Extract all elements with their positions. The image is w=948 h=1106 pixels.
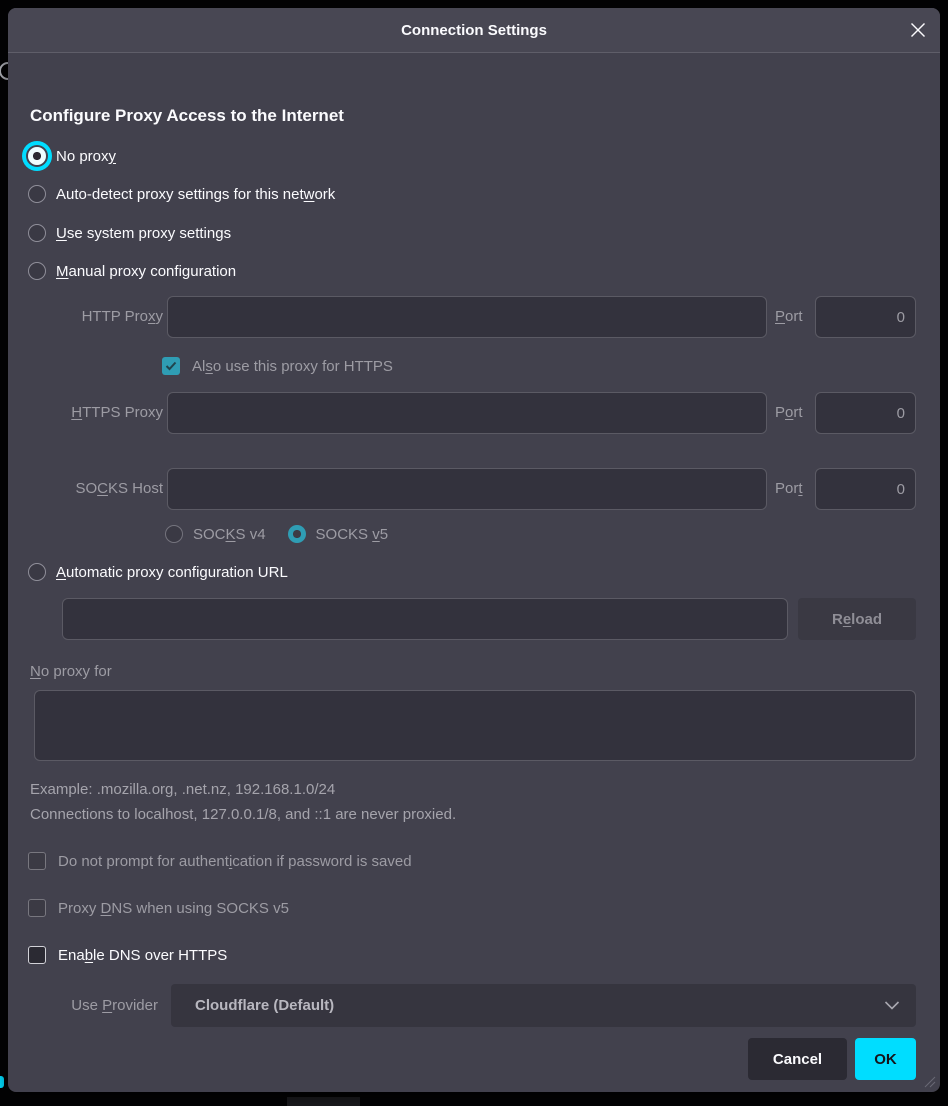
background-page-fragment [287,1097,360,1106]
https-port-label: Port [775,392,803,434]
also-https-checkbox[interactable] [162,357,180,375]
socks-v4-label: SOCKS v4 [193,526,266,543]
background-accent-fragment [0,1076,4,1088]
proxy-dns-label: Proxy DNS when using SOCKS v5 [58,900,289,917]
chevron-down-icon [884,1001,900,1010]
enable-doh-label: Enable DNS over HTTPS [58,947,227,964]
no-proxy-for-label-row: No proxy for [30,657,112,685]
also-https-checkbox-row[interactable]: Also use this proxy for HTTPS [162,352,393,380]
http-proxy-input[interactable] [167,296,767,338]
no-proxy-label: No proxy [56,148,116,165]
auto-config-url-label: Automatic proxy configuration URL [56,564,288,581]
https-port-input[interactable] [815,392,916,434]
resize-grip[interactable] [923,1075,936,1088]
cancel-button[interactable]: Cancel [748,1038,847,1080]
no-proxy-for-textarea[interactable] [34,690,916,761]
manual-proxy-radio[interactable] [28,262,46,280]
auto-config-url-input[interactable] [62,598,788,640]
socks-v5-label: SOCKS v5 [316,526,389,543]
http-proxy-label: HTTP Proxy [8,296,163,338]
close-icon[interactable] [910,22,926,38]
manual-proxy-label: Manual proxy configuration [56,263,236,280]
socks-v4-radio[interactable] [165,525,183,543]
radio-row-auto-detect[interactable]: Auto-detect proxy settings for this netw… [28,180,335,208]
dialog-titlebar: Connection Settings [8,8,940,53]
system-proxy-label: Use system proxy settings [56,225,231,242]
proxy-dns-checkbox-row[interactable]: Proxy DNS when using SOCKS v5 [28,894,289,922]
auto-config-url-radio[interactable] [28,563,46,581]
radio-row-no-proxy[interactable]: No proxy [28,142,116,170]
no-prompt-checkbox[interactable] [28,852,46,870]
proxy-dns-checkbox[interactable] [28,899,46,917]
socks-host-input[interactable] [167,468,767,510]
localhost-note-text: Connections to localhost, 127.0.0.1/8, a… [30,806,456,823]
socks-host-label: SOCKS Host [8,468,163,510]
page-title: Configure Proxy Access to the Internet [30,106,344,126]
also-https-label: Also use this proxy for HTTPS [192,358,393,375]
ok-button[interactable]: OK [855,1038,916,1080]
radio-row-manual-proxy[interactable]: Manual proxy configuration [28,257,236,285]
radio-row-auto-config-url[interactable]: Automatic proxy configuration URL [28,558,288,586]
doh-provider-select[interactable]: Cloudflare (Default) [171,984,916,1027]
no-prompt-checkbox-row[interactable]: Do not prompt for authentication if pass… [28,847,412,875]
no-proxy-radio[interactable] [28,147,46,165]
system-proxy-radio[interactable] [28,224,46,242]
doh-provider-selected-value: Cloudflare (Default) [195,997,334,1014]
auto-detect-label: Auto-detect proxy settings for this netw… [56,186,335,203]
http-port-input[interactable] [815,296,916,338]
socks-port-label: Port [775,468,803,510]
dialog-title: Connection Settings [401,22,547,39]
connection-settings-dialog: Connection Settings Configure Proxy Acce… [8,8,940,1092]
use-provider-label: Use Provider [8,984,158,1027]
https-proxy-input[interactable] [167,392,767,434]
https-proxy-label: HTTPS Proxy [8,392,163,434]
radio-row-system-proxy[interactable]: Use system proxy settings [28,219,231,247]
no-prompt-label: Do not prompt for authentication if pass… [58,853,412,870]
socks-version-row: SOCKS v4 SOCKS v5 [165,520,388,548]
no-proxy-example-text: Example: .mozilla.org, .net.nz, 192.168.… [30,781,335,798]
http-port-label: Port [775,296,803,338]
socks-port-input[interactable] [815,468,916,510]
auto-detect-radio[interactable] [28,185,46,203]
socks-v5-radio[interactable] [288,525,306,543]
no-proxy-for-label: No proxy for [30,663,112,680]
enable-doh-checkbox[interactable] [28,946,46,964]
reload-button[interactable]: Reload [798,598,916,640]
enable-doh-checkbox-row[interactable]: Enable DNS over HTTPS [28,941,227,969]
